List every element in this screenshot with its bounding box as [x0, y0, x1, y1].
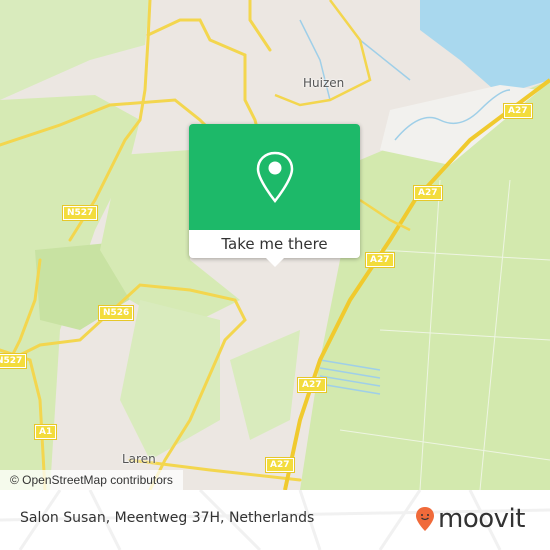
- map-view[interactable]: Huizen Laren A27 A27 A27 A27 A27 N527 N5…: [0, 0, 550, 490]
- road-shield-a27: A27: [265, 457, 295, 473]
- road-shield-n527: N527: [61, 205, 99, 221]
- moovit-wordmark: moovit: [438, 504, 525, 534]
- moovit-logo[interactable]: moovit: [415, 502, 525, 536]
- footer-bar: Salon Susan, Meentweg 37H, Netherlands m…: [0, 490, 550, 550]
- popup-pointer: [266, 258, 284, 267]
- town-label-huizen: Huizen: [303, 76, 345, 90]
- town-label-laren: Laren: [122, 452, 156, 466]
- location-popup: Take me there: [189, 124, 360, 267]
- map-pin-icon: [256, 151, 294, 203]
- location-address: Salon Susan, Meentweg 37H, Netherlands: [20, 510, 315, 526]
- road-shield-n527: N527: [0, 353, 28, 369]
- take-me-there-button[interactable]: Take me there: [189, 230, 360, 258]
- road-shield-a27: A27: [297, 377, 327, 393]
- road-shield-a27: A27: [503, 103, 533, 119]
- moovit-smile-pin-icon: [416, 507, 434, 531]
- popup-header: [189, 124, 360, 230]
- road-shield-a27: A27: [365, 252, 395, 268]
- road-shield-n526: N526: [97, 305, 135, 321]
- road-shield-a1: A1: [33, 424, 58, 440]
- road-shield-a27: A27: [413, 185, 443, 201]
- map-attribution[interactable]: © OpenStreetMap contributors: [0, 470, 183, 490]
